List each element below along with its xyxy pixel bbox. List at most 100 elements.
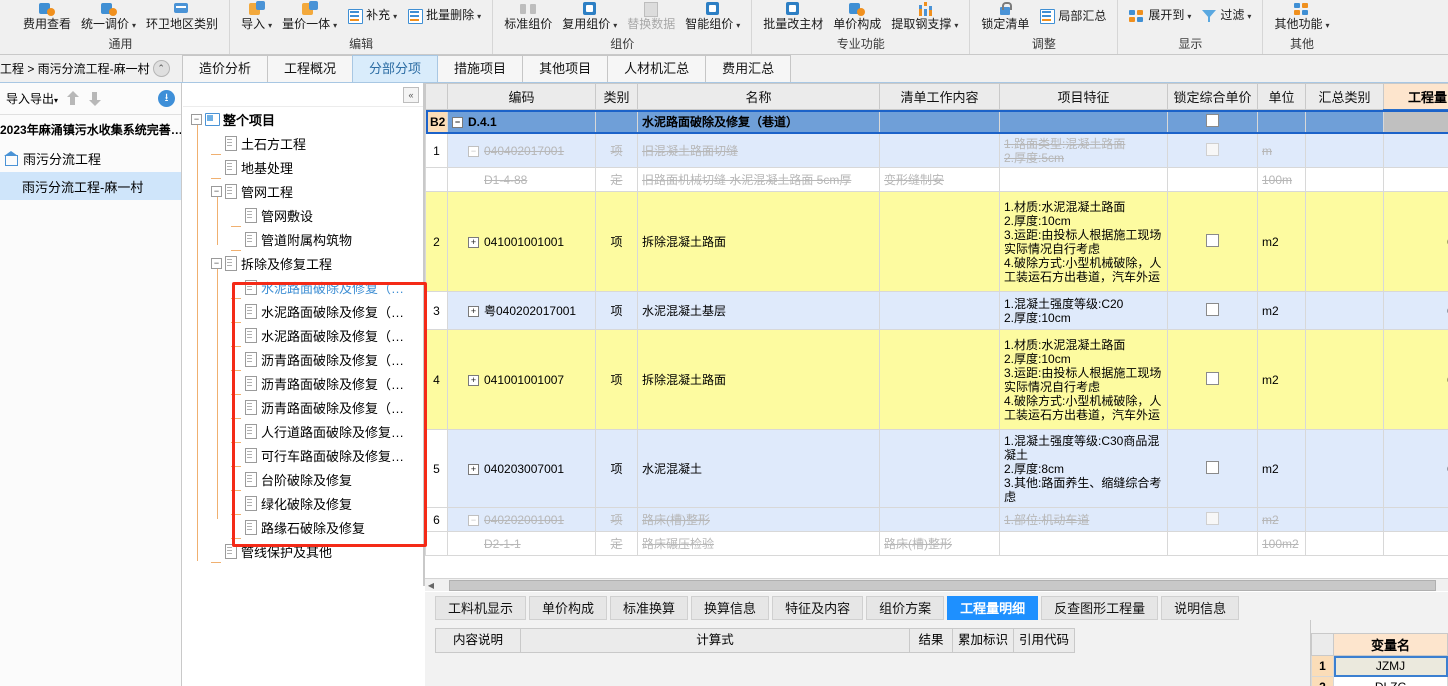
tab-6[interactable]: 费用汇总 <box>705 55 792 82</box>
name-cell[interactable]: 水泥混凝土基层 <box>637 291 880 330</box>
table-row[interactable]: D1-4-88 定 旧路面机械切缝 水泥混凝土路面 5cm厚 变形缝制安 100m 0 <box>425 167 1448 192</box>
detail-column-header[interactable]: 引用代码 <box>1013 628 1075 653</box>
summary_type-cell[interactable] <box>1305 507 1384 532</box>
tab-1[interactable]: 工程概况 <box>267 55 354 82</box>
code-cell[interactable]: + 粤040202017001 <box>447 291 596 330</box>
code-cell[interactable]: − D.4.1 <box>447 109 596 134</box>
ribbon-button-replace-data[interactable]: 替换数据 <box>622 0 680 31</box>
ribbon-button-cost-view[interactable]: 费用查看 <box>18 0 76 31</box>
feature-cell[interactable]: 1.材质:水泥混凝土路面 2.厚度:10cm 3.运距:由投标人根据施工现场实际… <box>999 191 1168 292</box>
tree-node[interactable]: − 拆除及修复工程 <box>183 251 423 275</box>
feature-cell[interactable]: 1.部位:机动车道 <box>999 507 1168 532</box>
work_content-cell[interactable] <box>879 429 1000 508</box>
variable-row[interactable]: 2DLZC <box>1311 676 1448 686</box>
ribbon-button-smart-price[interactable]: 智能组价 ▾ <box>680 0 745 33</box>
category-cell[interactable] <box>595 109 638 134</box>
scroll-left-icon[interactable]: ◀ <box>425 581 437 590</box>
name-cell[interactable]: 旧路面机械切缝 水泥混凝土路面 5cm厚 <box>637 167 880 192</box>
detail-tab-5[interactable]: 组价方案 <box>866 596 945 620</box>
chevron-up-icon[interactable]: ⌃ <box>152 59 170 77</box>
grid-header-name[interactable]: 名称 <box>637 83 880 110</box>
ribbon-button-batch-delete[interactable]: 批量删除 ▾ <box>402 0 486 24</box>
arrow-up-icon[interactable] <box>66 90 80 107</box>
work_content-cell[interactable] <box>879 133 1000 168</box>
variable-row[interactable]: 1 JZMJ <box>1311 655 1448 677</box>
row-expander[interactable]: + <box>468 306 479 318</box>
table-row[interactable]: 4 +041001001007 项拆除混凝土路面 1.材质:水泥混凝土路面 2.厚度:… <box>425 329 1448 430</box>
table-row[interactable]: B2− D.4.1 水泥路面破除及修复（巷道） <box>425 109 1448 134</box>
grid-header-feature[interactable]: 项目特征 <box>999 83 1168 110</box>
table-row[interactable]: 6−040202001001项路床(槽)整形1.部位:机动车道m20 <box>425 507 1448 532</box>
tree-node[interactable]: 沥青路面破除及修复（… <box>183 395 423 419</box>
tab-5[interactable]: 人材机汇总 <box>607 55 707 82</box>
collapse-panel-button[interactable]: « <box>403 86 419 103</box>
ribbon-button-extract-steel-support[interactable]: 提取钢支撑 ▾ <box>886 0 963 33</box>
lock-price-checkbox[interactable] <box>1206 233 1219 247</box>
summary_type-cell[interactable] <box>1305 191 1384 292</box>
name-cell[interactable]: 拆除混凝土路面 <box>637 191 880 292</box>
quantity-cell[interactable]: 622 <box>1383 291 1448 330</box>
grid-header-unit[interactable]: 单位 <box>1257 83 1306 110</box>
lock-price-cell[interactable] <box>1167 329 1258 430</box>
tree-node[interactable]: 绿化破除及修复 <box>183 491 423 515</box>
unit-cell[interactable]: m2 <box>1257 291 1306 330</box>
category-cell[interactable]: 项 <box>595 133 638 168</box>
variable-name-value[interactable]: JZMJ <box>1333 655 1448 677</box>
feature-cell[interactable]: 1.路面类型:混凝土路面 2.厚度:5cm <box>999 133 1168 168</box>
quantity-cell[interactable]: 0 <box>1383 507 1448 532</box>
ribbon-button-expand-to[interactable]: 展开到 ▾ <box>1124 0 1196 24</box>
grid-header-summary_type[interactable]: 汇总类别 <box>1305 83 1384 110</box>
lock-price-checkbox[interactable] <box>1206 302 1219 316</box>
quantity-cell[interactable]: 0 <box>1383 167 1448 192</box>
tree-node[interactable]: 管道附属构筑物 <box>183 227 423 251</box>
table-row[interactable]: 5 +040203007001 项水泥混凝土 1.混凝土强度等级:C30商品混凝土 2… <box>425 429 1448 508</box>
tree-expander[interactable]: − <box>211 257 222 269</box>
quantity-cell[interactable]: 0 <box>1383 133 1448 168</box>
summary_type-cell[interactable] <box>1305 109 1384 134</box>
detail-tab-1[interactable]: 单价构成 <box>529 596 608 620</box>
work_content-cell[interactable]: 变形缝制安 <box>879 167 1000 192</box>
ribbon-button-other-functions[interactable]: 其他功能 ▾ <box>1269 0 1334 33</box>
summary_type-cell[interactable] <box>1305 291 1384 330</box>
unit-cell[interactable]: m2 <box>1257 429 1306 508</box>
code-cell[interactable]: −040202001001 <box>447 507 596 532</box>
import-export-button[interactable]: 导入导出▾ <box>6 90 58 107</box>
tree-node[interactable]: 水泥路面破除及修复（… <box>183 275 423 299</box>
unit-cell[interactable]: 100m <box>1257 167 1306 192</box>
lock-price-checkbox[interactable] <box>1206 511 1219 525</box>
ribbon-button-standard-price[interactable]: 标准组价 <box>499 0 557 31</box>
lock-price-checkbox[interactable] <box>1206 460 1219 474</box>
ribbon-button-filter[interactable]: 过滤 ▾ <box>1196 0 1256 24</box>
row-expander[interactable]: + <box>468 463 479 475</box>
work_content-cell[interactable]: 路床(槽)整形 <box>879 531 1000 556</box>
work_content-cell[interactable] <box>879 191 1000 292</box>
table-row[interactable]: 3 + 粤040202017001 项 水泥混凝土基层 1.混凝土强度等级:C20 2.厚… <box>425 291 1448 330</box>
category-cell[interactable]: 项 <box>595 191 638 292</box>
ribbon-button-unit-price-composition[interactable]: 单价构成 <box>828 0 886 31</box>
unit-cell[interactable]: m2 <box>1257 329 1306 430</box>
quantity-cell[interactable]: 0 <box>1383 531 1448 556</box>
name-cell[interactable]: 路床(槽)整形 <box>637 507 880 532</box>
name-cell[interactable]: 路床碾压检验 <box>637 531 880 556</box>
name-cell[interactable]: 水泥路面破除及修复（巷道） <box>637 109 880 134</box>
category-cell[interactable]: 项 <box>595 329 638 430</box>
unit-cell[interactable]: 100m2 <box>1257 531 1306 556</box>
category-cell[interactable]: 定 <box>595 531 638 556</box>
tree-node[interactable]: 沥青路面破除及修复（… <box>183 347 423 371</box>
category-cell[interactable]: 定 <box>595 167 638 192</box>
summary_type-cell[interactable] <box>1305 329 1384 430</box>
ribbon-button-partial-summary[interactable]: 局部汇总 <box>1034 0 1111 24</box>
name-cell[interactable]: 水泥混凝土 <box>637 429 880 508</box>
tree-node[interactable]: 沥青路面破除及修复（… <box>183 371 423 395</box>
feature-cell[interactable]: 1.材质:水泥混凝土路面 2.厚度:10cm 3.运距:由投标人根据施工现场实际… <box>999 329 1168 430</box>
lock-price-checkbox[interactable] <box>1206 142 1219 156</box>
quantity-cell[interactable]: 622 <box>1383 429 1448 508</box>
tab-2[interactable]: 分部分项 <box>352 55 439 82</box>
project-list-item[interactable]: 雨污分流工程 <box>0 144 181 172</box>
row-expander[interactable]: + <box>468 236 479 248</box>
detail-tab-4[interactable]: 特征及内容 <box>772 596 864 620</box>
lock-price-cell[interactable] <box>1167 291 1258 330</box>
code-cell[interactable]: −040402017001 <box>447 133 596 168</box>
row-expander[interactable]: − <box>468 145 479 157</box>
grid-header-rowno[interactable] <box>425 83 448 110</box>
